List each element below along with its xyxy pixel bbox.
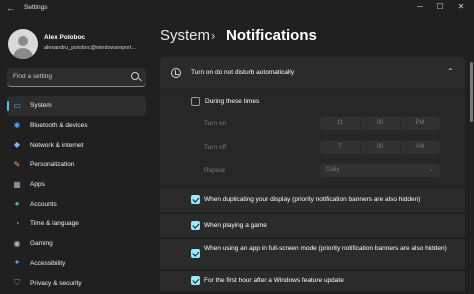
option-label: When duplicating your display (priority … <box>204 196 421 203</box>
sidebar-item-label: Bluetooth & devices <box>30 122 88 130</box>
option-row-game[interactable]: When playing a game <box>160 214 465 237</box>
search-placeholder: Find a setting <box>13 73 53 80</box>
sidebar-item-accounts[interactable]: ● Accounts <box>7 194 146 214</box>
chevron-up-icon[interactable]: ⌃ <box>447 67 454 76</box>
minimize-icon[interactable]: ─ <box>413 2 427 11</box>
sidebar-nav: ▭ System ✱ Bluetooth & devices ◆ Network & in… <box>7 96 146 293</box>
chevron-down-icon: ⌄ <box>428 167 434 173</box>
sidebar-item-system[interactable]: ▭ System <box>7 96 146 116</box>
breadcrumb-separator: › <box>211 28 216 43</box>
apps-icon: ▦ <box>13 179 21 189</box>
bluetooth-icon: ✱ <box>13 120 21 130</box>
sidebar-item-personalization[interactable]: ✎ Personalization <box>7 155 146 175</box>
sidebar-item-label: Personalization <box>30 161 75 169</box>
sidebar-item-privacy-security[interactable]: ⛉ Privacy & security <box>7 273 146 293</box>
turn-off-minute: 00 <box>376 144 384 150</box>
option-row-feature-update[interactable]: For the first hour after a Windows featu… <box>160 271 465 291</box>
privacy-shield-icon: ⛉ <box>14 278 20 288</box>
dnd-label: Turn on do not disturb automatically <box>191 69 295 76</box>
schedule-panel: During these times Turn on 11 00 PM Turn… <box>160 90 465 186</box>
turn-on-period: PM <box>415 120 425 126</box>
user-email: alexandru_poloboc@windowsreport... <box>44 45 137 51</box>
playing-game-checkbox[interactable] <box>191 221 200 230</box>
search-input[interactable]: Find a setting <box>7 68 146 87</box>
sidebar-item-network-internet[interactable]: ◆ Network & internet <box>7 135 146 155</box>
duplicating-display-checkbox[interactable] <box>191 195 200 204</box>
turn-on-minute: 00 <box>376 120 384 126</box>
title-bar: ← Settings ─ ☐ ✕ <box>0 0 474 16</box>
sidebar-item-accessibility[interactable]: ✦ Accessibility <box>7 254 146 274</box>
sidebar-item-label: Accessibility <box>30 259 66 267</box>
time-language-icon: ◔ <box>14 218 20 228</box>
sidebar-item-label: System <box>30 102 52 110</box>
sidebar-item-label: Accounts <box>30 200 57 208</box>
breadcrumb-parent[interactable]: System <box>160 27 210 44</box>
turn-on-hour: 11 <box>336 120 344 126</box>
system-icon: ▭ <box>13 100 21 110</box>
time-divider <box>400 141 401 154</box>
dnd-expander[interactable]: Turn on do not disturb automatically ⌃ <box>160 57 465 89</box>
avatar[interactable] <box>8 29 38 59</box>
time-divider <box>400 117 401 130</box>
option-label: When playing a game <box>204 222 267 229</box>
feature-update-checkbox[interactable] <box>191 276 200 285</box>
sidebar-item-label: Gaming <box>30 240 53 248</box>
accounts-icon: ● <box>14 199 20 209</box>
repeat-value: Daily <box>326 167 340 173</box>
option-label: When using an app in full-screen mode (p… <box>204 245 447 252</box>
sidebar-item-gaming[interactable]: ◉ Gaming <box>7 234 146 254</box>
repeat-label: Repeat <box>204 167 225 174</box>
fullscreen-app-checkbox[interactable] <box>191 249 200 258</box>
window-title: Settings <box>24 4 48 11</box>
turn-off-label: Turn off <box>204 144 227 151</box>
maximize-icon[interactable]: ☐ <box>433 2 447 11</box>
gaming-icon: ◉ <box>13 238 21 248</box>
personalization-icon: ✎ <box>13 159 21 169</box>
sidebar-item-label: Network & internet <box>30 141 84 149</box>
user-name: Alex Poloboc <box>44 34 86 41</box>
accessibility-icon: ✦ <box>13 258 21 268</box>
search-icon <box>131 72 139 80</box>
avatar-head-shape <box>18 36 28 46</box>
network-icon: ◆ <box>13 140 21 150</box>
scrollbar[interactable] <box>470 62 473 122</box>
turn-off-hour: 7 <box>338 144 342 150</box>
option-label: For the first hour after a Windows featu… <box>204 277 344 284</box>
turn-off-time-picker[interactable]: 7 00 AM <box>320 141 440 154</box>
avatar-shoulders-shape <box>13 48 33 59</box>
repeat-dropdown[interactable]: Daily ⌄ <box>320 164 440 177</box>
turn-on-time-picker[interactable]: 11 00 PM <box>320 117 440 130</box>
sidebar-item-apps[interactable]: ▦ Apps <box>7 175 146 195</box>
sidebar-item-label: Privacy & security <box>30 279 82 287</box>
turn-on-label: Turn on <box>204 120 227 127</box>
back-arrow-icon[interactable]: ← <box>6 3 15 13</box>
sidebar-item-time-language[interactable]: ◔ Time & language <box>7 214 146 234</box>
sidebar-item-bluetooth-devices[interactable]: ✱ Bluetooth & devices <box>7 116 146 136</box>
turn-off-period: AM <box>415 144 425 150</box>
sidebar-item-label: Apps <box>30 181 45 189</box>
option-row-duplicating[interactable]: When duplicating your display (priority … <box>160 188 465 212</box>
clock-moon-icon <box>171 68 181 78</box>
close-icon[interactable]: ✕ <box>454 2 468 11</box>
sidebar-item-label: Time & language <box>30 220 79 228</box>
option-row-fullscreen[interactable]: When using an app in full-screen mode (p… <box>160 239 465 269</box>
time-divider <box>360 117 361 130</box>
time-divider <box>360 141 361 154</box>
during-times-checkbox[interactable] <box>191 97 200 106</box>
during-times-label: During these times <box>205 98 260 105</box>
page-title: Notifications <box>226 27 317 44</box>
